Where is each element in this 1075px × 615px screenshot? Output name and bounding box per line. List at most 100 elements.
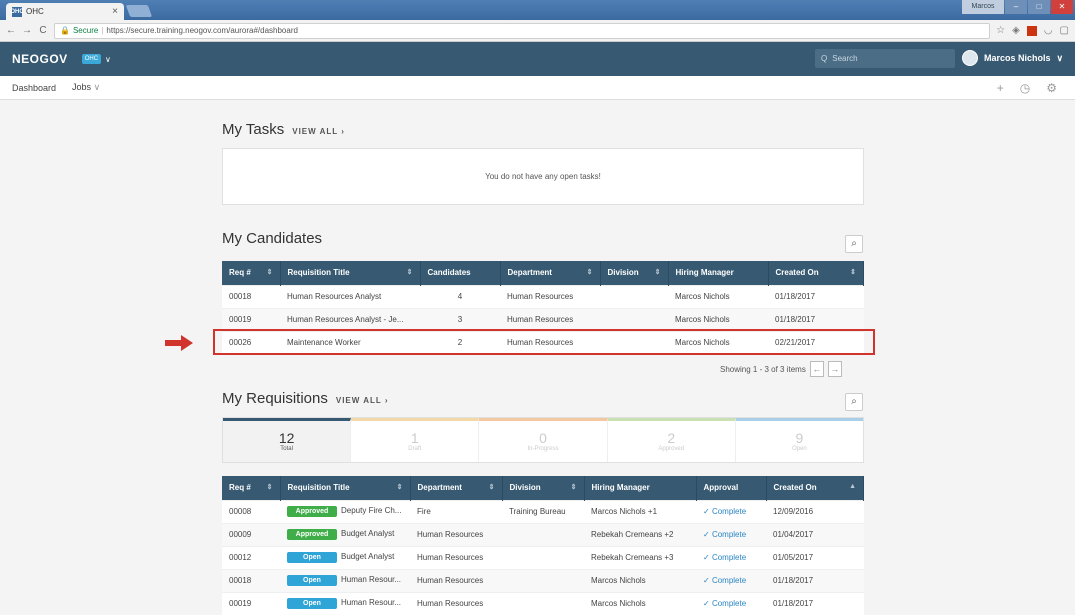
approval-status[interactable]: ✓ Complete [696,545,766,569]
requisitions-table: Req # ⇕ Requisition Title ⇕ Department ⇕ Di… [222,476,864,615]
checkmark-icon: ✓ [703,576,710,585]
browser-tabbar: OHC OHC × Marcos – □ ✕ [0,0,1075,20]
lock-icon: 🔒 [60,26,70,35]
cast-icon[interactable]: ◡ [1044,25,1053,36]
col-header[interactable]: Created On ⇕ [768,261,864,285]
history-icon[interactable]: ◷ [1020,81,1030,95]
user-name: Marcos Nichols [984,53,1051,63]
app-switcher-badge[interactable]: OHC [81,54,102,64]
col-header[interactable]: Req # ⇕ [222,261,281,285]
requisitions-view-all-link[interactable]: VIEW ALL › [336,396,389,405]
stat-approved[interactable]: 2 Approved [607,418,736,462]
search-input[interactable]: Q Search [815,49,955,68]
checkmark-icon: ✓ [703,553,710,562]
tasks-heading: My Tasks VIEW ALL › [222,121,345,138]
checkmark-icon: ✓ [703,507,710,516]
col-header[interactable]: Created On ▲ [766,476,864,500]
avatar [962,50,978,66]
browser-tab[interactable]: OHC OHC × [6,3,124,20]
menu-icon[interactable]: ▢ [1060,25,1069,36]
col-header[interactable]: Hiring Manager [668,261,769,285]
col-header[interactable]: Hiring Manager [584,476,697,500]
gear-icon[interactable]: ⚙ [1046,81,1057,95]
approval-status[interactable]: ✓ Complete [696,499,766,523]
approval-status[interactable]: ✓ Complete [696,591,766,615]
table-row[interactable]: 00009 Approved Budget Analyst Human Resourc… [222,522,864,546]
pdf-extension-icon[interactable] [1026,25,1037,36]
approval-status[interactable]: ✓ Complete [696,568,766,592]
col-header[interactable]: Department ⇕ [500,261,601,285]
col-header[interactable]: Department ⇕ [410,476,503,500]
status-badge: Approved [287,529,337,540]
col-header[interactable]: Requisition Title ⇕ [280,476,411,500]
add-icon[interactable]: + [997,81,1004,95]
stat-in-progress[interactable]: 0 In-Progress [479,418,608,462]
tasks-empty-card: You do not have any open tasks! [222,148,864,205]
nav-dashboard[interactable]: Dashboard [12,83,56,93]
search-icon: Q [821,54,828,63]
table-header-row: Req # ⇕ Requisition Title ⇕ Department ⇕ Di… [222,476,864,500]
table-row[interactable]: 00019 Human Resources Analyst - Je... 3 … [222,307,864,331]
tasks-title: My Tasks [222,121,285,138]
subnav-actions: + ◷ ⚙ [997,81,1057,95]
col-header[interactable]: Req # ⇕ [222,476,281,500]
candidates-heading: My Candidates [222,230,322,247]
table-row[interactable]: 00019 Open Human Resour... Human Resources M… [222,591,864,615]
extension-icon[interactable]: ◈ [1012,25,1020,36]
col-header[interactable]: Division ⇕ [600,261,669,285]
status-badge: Open [287,552,337,563]
chevron-down-icon[interactable]: ∨ [105,55,111,64]
url-text: https://secure.training.neogov.com/auror… [106,26,298,35]
tab-title: OHC [26,7,44,16]
stat-open[interactable]: 9 Open [735,418,864,462]
table-header-row: Req # ⇕ Requisition Title ⇕ Candidates Dep… [222,261,864,285]
table-row[interactable]: 00018 Open Human Resour... Human Resources M… [222,568,864,592]
nav-jobs[interactable]: Jobs ∨ [72,82,100,93]
next-page-button[interactable]: → [827,361,842,377]
col-header[interactable]: Candidates [420,261,501,285]
col-header[interactable]: Requisition Title ⇕ [280,261,421,285]
search-placeholder: Search [832,54,858,63]
table-row[interactable]: 00008 Approved Deputy Fire Ch... Fire Traini… [222,499,864,523]
requisitions-title: My Requisitions [222,390,328,407]
address-bar: ← → C 🔒 Secure | https://secure.training… [0,20,1075,42]
new-tab-button[interactable] [125,5,153,17]
chevron-down-icon: ∨ [1056,52,1064,63]
minimize-icon[interactable]: – [1005,0,1027,14]
user-menu[interactable]: Marcos Nichols ∨ [962,50,1063,66]
url-field[interactable]: 🔒 Secure | https://secure.training.neogo… [54,22,991,39]
maximize-icon[interactable]: □ [1028,0,1050,14]
close-window-icon[interactable]: ✕ [1051,0,1073,14]
brand-logo[interactable]: NEOGOV [12,52,68,66]
close-tab-icon[interactable]: × [112,6,118,17]
stat-draft[interactable]: 1 Draft [351,418,480,462]
arrow-right-icon [165,335,193,351]
status-badge: Open [287,575,337,586]
col-header[interactable]: Division ⇕ [502,476,585,500]
tasks-empty-message: You do not have any open tasks! [485,172,601,181]
candidates-search-button[interactable]: ⌕ [845,235,863,253]
secure-label: Secure [72,26,99,35]
table-row[interactable]: 00012 Open Budget Analyst Human Resources Re… [222,545,864,569]
candidates-title: My Candidates [222,230,323,247]
tasks-view-all-link[interactable]: VIEW ALL › [292,127,345,136]
favicon-icon: OHC [10,6,24,17]
col-header[interactable]: Approval [696,476,767,500]
window-controls: Marcos – □ ✕ [962,0,1073,14]
approval-status[interactable]: ✓ Complete [696,522,766,546]
app-header: NEOGOV OHC ∨ Q Search Marcos Nichols ∨ [0,42,1075,76]
requisitions-search-button[interactable]: ⌕ [845,393,863,411]
browser-profile-button[interactable]: Marcos [962,0,1004,14]
candidates-pager: Showing 1 - 3 of 3 items ← → [720,361,842,377]
back-icon[interactable]: ← [6,25,16,36]
stat-total[interactable]: 12 Total [223,418,352,462]
star-icon[interactable]: ☆ [996,25,1005,36]
table-row[interactable]: 00018 Human Resources Analyst 4 Human Re… [222,284,864,308]
reload-icon[interactable]: C [38,25,48,36]
checkmark-icon: ✓ [703,530,710,539]
requisition-stats: 12 Total 1 Draft 0 In-Progress 2 Approve… [222,417,864,463]
chevron-down-icon: ∨ [93,82,101,92]
prev-page-button[interactable]: ← [809,361,824,377]
forward-icon[interactable]: → [22,25,32,36]
pager-text: Showing 1 - 3 of 3 items [720,364,806,374]
